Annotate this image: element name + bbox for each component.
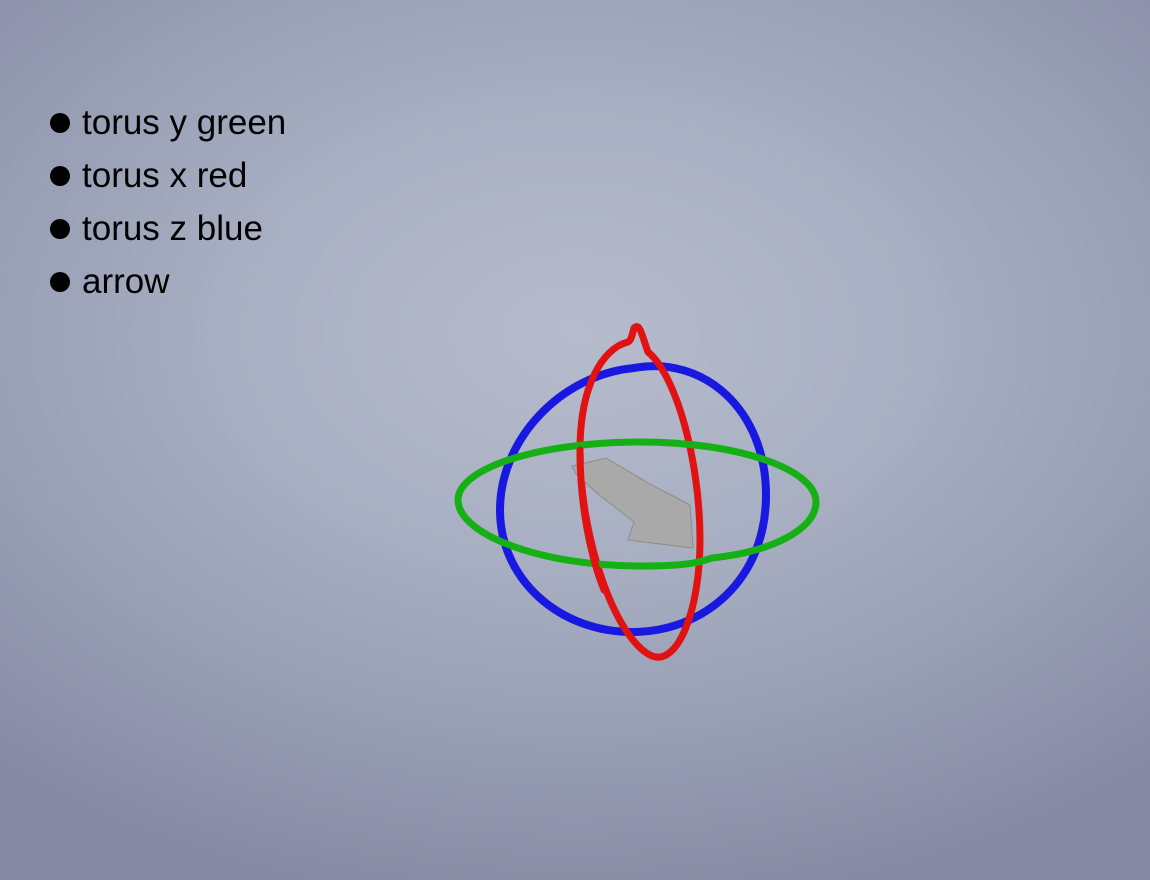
rotation-gizmo [454,323,820,661]
